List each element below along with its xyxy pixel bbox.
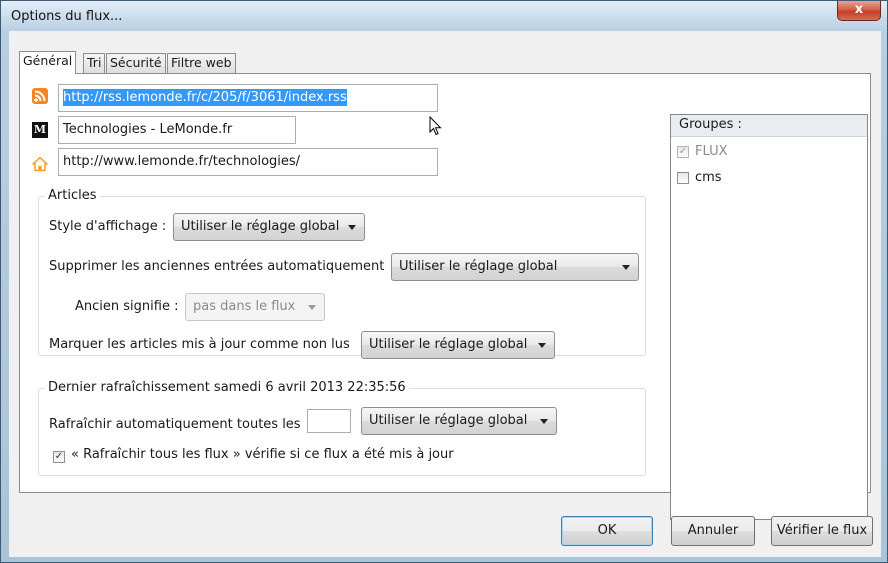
tab-panel-general: http://rss.lemonde.fr/c/205/f/3061/index…: [19, 73, 871, 520]
rss-icon: [32, 88, 48, 104]
homepage-url-input[interactable]: http://www.lemonde.fr/technologies/: [58, 148, 438, 176]
display-style-dropdown[interactable]: Utiliser le réglage global: [173, 213, 365, 241]
group-cms-checkbox[interactable]: [677, 172, 689, 184]
chevron-down-icon: [348, 225, 356, 230]
old-means-label: Ancien signifie :: [75, 299, 179, 314]
chevron-down-icon: [622, 265, 630, 270]
articles-groupbox: Articles Style d'affichage : Utiliser le…: [38, 188, 646, 359]
group-cms-label: cms: [695, 170, 722, 185]
ok-button[interactable]: OK: [561, 516, 653, 546]
delete-old-label: Supprimer les anciennes entrées automati…: [49, 259, 385, 274]
auto-refresh-label: Rafraîchir automatiquement toutes les: [49, 417, 301, 432]
close-icon: x: [854, 2, 864, 17]
close-button[interactable]: x: [837, 1, 881, 21]
delete-old-dropdown[interactable]: Utiliser le réglage global: [391, 253, 639, 281]
delete-old-value: Utiliser le réglage global: [399, 259, 558, 274]
tab-general[interactable]: Général: [19, 51, 77, 74]
cancel-button[interactable]: Annuler: [671, 516, 755, 546]
refresh-all-checkbox[interactable]: ✓: [53, 451, 65, 463]
refresh-groupbox: Dernier rafraîchissement samedi 6 avril …: [38, 380, 646, 476]
refresh-legend: Dernier rafraîchissement samedi 6 avril …: [45, 380, 409, 395]
window-title: Options du flux...: [11, 9, 123, 24]
dialog-window: Options du flux... x Général Tri Sécurit…: [0, 0, 888, 563]
mark-updated-dropdown[interactable]: Utiliser le réglage global: [361, 331, 555, 359]
group-flux-checkbox[interactable]: ✓: [677, 146, 689, 158]
refresh-interval-input[interactable]: [307, 409, 351, 433]
old-means-dropdown[interactable]: pas dans le flux: [185, 293, 325, 321]
tab-web-filter[interactable]: Filtre web: [167, 53, 236, 73]
groups-header: Groupes :: [671, 115, 867, 137]
mark-updated-value: Utiliser le réglage global: [369, 337, 528, 352]
group-flux-label: FLUX: [695, 144, 728, 159]
title-bar[interactable]: Options du flux... x: [1, 1, 887, 31]
display-style-label: Style d'affichage :: [49, 219, 167, 234]
chevron-down-icon: [538, 343, 546, 348]
mouse-pointer-icon: [429, 116, 442, 136]
home-icon: [32, 156, 48, 172]
feed-name-input[interactable]: Technologies - LeMonde.fr: [58, 116, 296, 144]
auto-refresh-dropdown[interactable]: Utiliser le réglage global: [361, 407, 557, 435]
dialog-client-area: Général Tri Sécurité Filtre web http://r…: [9, 31, 881, 557]
tab-security[interactable]: Sécurité: [106, 53, 166, 73]
verify-feed-button[interactable]: Vérifier le flux: [771, 516, 873, 546]
display-style-value: Utiliser le réglage global: [181, 219, 340, 234]
groups-listbox[interactable]: Groupes : ✓ FLUX cms: [670, 114, 868, 520]
site-logo-icon: M: [32, 122, 48, 138]
articles-legend: Articles: [45, 188, 100, 203]
old-means-value: pas dans le flux: [193, 299, 296, 314]
tab-sort[interactable]: Tri: [83, 53, 106, 73]
feed-url-input[interactable]: http://rss.lemonde.fr/c/205/f/3061/index…: [58, 84, 438, 112]
refresh-all-label: « Rafraîchir tous les flux » vérifie si …: [71, 447, 454, 462]
chevron-down-icon: [540, 419, 548, 424]
feed-url-text: http://rss.lemonde.fr/c/205/f/3061/index…: [63, 89, 347, 106]
chevron-down-icon: [308, 305, 316, 310]
auto-refresh-value: Utiliser le réglage global: [369, 413, 528, 428]
mark-updated-label: Marquer les articles mis à jour comme no…: [49, 337, 350, 352]
